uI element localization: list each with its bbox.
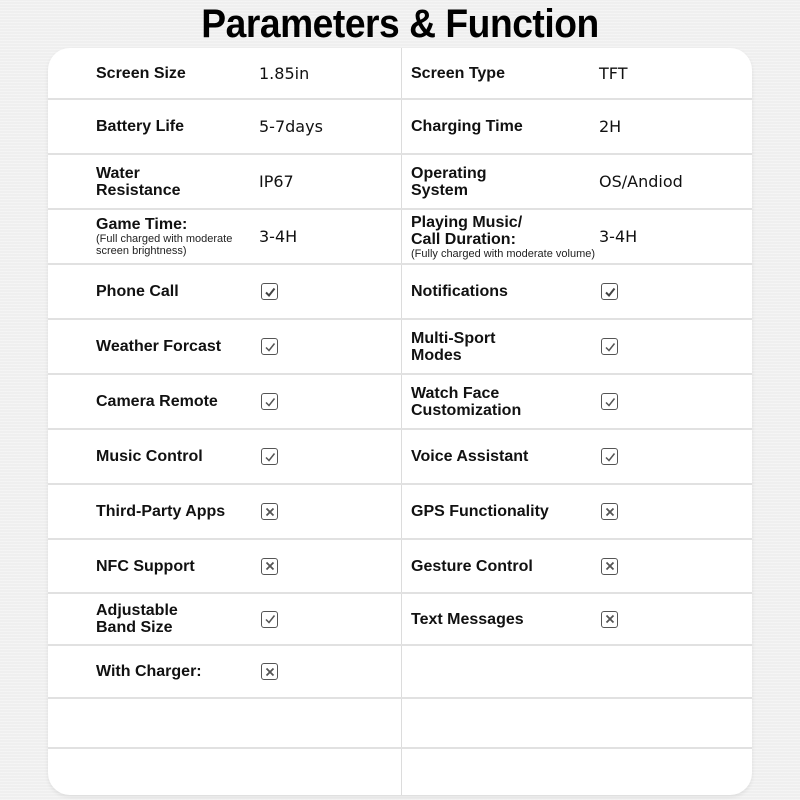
checkbox-checked-icon — [601, 283, 618, 300]
table-row: Screen Size 1.85in Screen Type TFT — [48, 48, 752, 100]
row-label: Notifications — [411, 283, 508, 300]
spec-table-card: Screen Size 1.85in Screen Type TFT Batte… — [48, 48, 752, 795]
feature-status — [259, 540, 278, 592]
row-label: Weather Forcast — [96, 338, 222, 355]
row-label: Multi-Sport Modes — [411, 329, 496, 364]
checkbox-crossed-icon — [601, 503, 618, 520]
table-row: Phone Call Notifications — [48, 265, 752, 320]
row-label: Screen Type — [411, 64, 505, 82]
row-value: TFT — [599, 63, 628, 83]
table-row: Adjustable Band Size Text Messages — [48, 594, 752, 646]
table-row-empty — [48, 749, 752, 795]
checkbox-crossed-icon — [601, 557, 618, 575]
checkbox-checked-icon — [261, 448, 278, 465]
feature-status — [259, 485, 278, 538]
feature-status — [599, 485, 618, 538]
table-row: Game Time: (Full charged with moderate sc… — [48, 210, 752, 265]
row-note: (Fully charged with moderate volume) — [411, 247, 596, 260]
table-row: Battery Life 5-7days Charging Time 2H — [48, 100, 752, 155]
checkbox-crossed-icon — [261, 557, 278, 575]
row-label: Phone Call — [96, 283, 179, 300]
feature-status — [599, 375, 618, 428]
feature-status — [599, 594, 618, 644]
row-label: Voice Assistant — [411, 448, 529, 465]
checkbox-checked-icon — [261, 393, 278, 410]
checkbox-crossed-icon — [261, 503, 278, 520]
row-label: NFC Support — [96, 557, 195, 575]
feature-status — [259, 594, 278, 644]
checkbox-checked-icon — [601, 338, 618, 355]
row-label: Watch Face Customization — [411, 384, 522, 419]
feature-status — [599, 320, 618, 373]
row-value: IP67 — [259, 172, 294, 191]
row-label: Text Messages — [411, 610, 524, 628]
table-row-empty — [48, 699, 752, 749]
row-label: GPS Functionality — [411, 503, 549, 520]
feature-status — [599, 265, 618, 318]
row-value: 5-7days — [259, 117, 323, 136]
row-label: Adjustable Band Size — [96, 602, 178, 636]
table-row: Water Resistance IP67 Operating System OS/… — [48, 155, 752, 210]
row-label: Operating System — [411, 164, 487, 199]
feature-status — [259, 375, 278, 428]
table-row: Music Control Voice Assistant — [48, 430, 752, 485]
row-label: Gesture Control — [411, 557, 533, 575]
feature-status — [599, 540, 618, 592]
feature-status — [259, 320, 278, 373]
row-label: Water Resistance — [96, 164, 181, 199]
feature-status — [259, 646, 278, 697]
row-label: Third-Party Apps — [96, 503, 226, 520]
row-label: Battery Life — [96, 118, 185, 135]
checkbox-checked-icon — [261, 610, 278, 628]
row-value: 3-4H — [259, 227, 298, 246]
checkbox-checked-icon — [261, 283, 278, 300]
row-label: Camera Remote — [96, 393, 218, 410]
checkbox-crossed-icon — [261, 663, 278, 680]
row-label: Charging Time — [411, 118, 523, 135]
table-row: Weather Forcast Multi-Sport Modes — [48, 320, 752, 375]
row-label: Game Time: (Full charged with moderate sc… — [96, 216, 233, 257]
feature-status — [599, 430, 618, 483]
checkbox-checked-icon — [601, 393, 618, 410]
checkbox-checked-icon — [261, 338, 278, 355]
feature-status — [259, 430, 278, 483]
page-title: Parameters & Function — [201, 2, 599, 46]
row-note: (Full charged with moderate screen bright… — [96, 233, 233, 257]
row-value: 2H — [599, 117, 622, 136]
row-value: 1.85in — [259, 63, 310, 83]
feature-status — [259, 265, 278, 318]
row-label: Screen Size — [96, 64, 186, 82]
row-value: 3-4H — [599, 227, 638, 246]
table-row: With Charger: — [48, 646, 752, 699]
table-row: Camera Remote Watch Face Customization — [48, 375, 752, 430]
row-label: With Charger: — [96, 663, 202, 680]
row-label: Music Control — [96, 448, 203, 465]
checkbox-checked-icon — [601, 448, 618, 465]
row-value: OS/Andiod — [599, 172, 683, 191]
checkbox-crossed-icon — [601, 610, 618, 628]
table-row: NFC Support Gesture Control — [48, 540, 752, 594]
table-row: Third-Party Apps GPS Functionality — [48, 485, 752, 540]
